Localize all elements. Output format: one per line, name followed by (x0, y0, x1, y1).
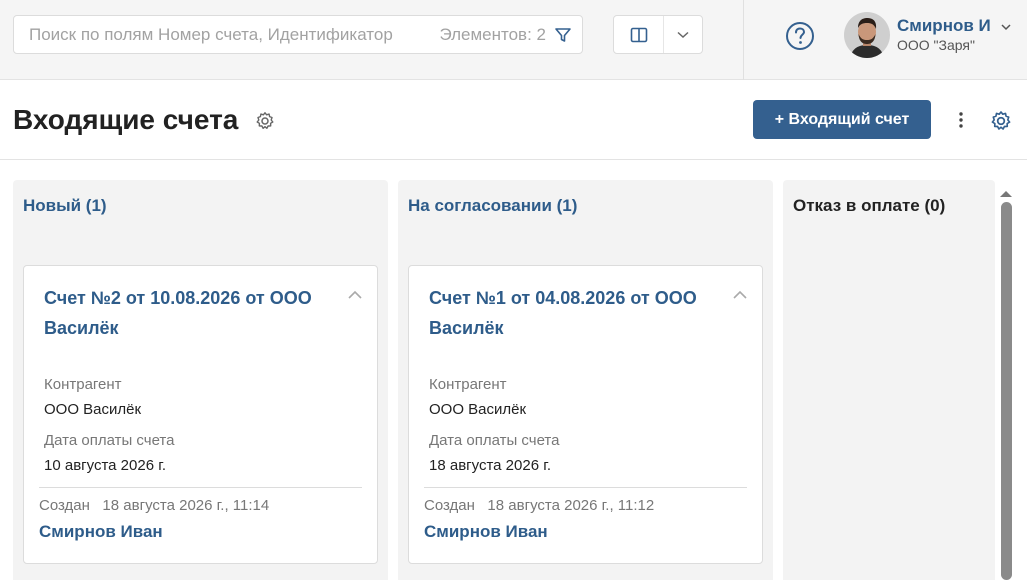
counterparty-value: ООО Василёк (429, 401, 527, 418)
pay-date-value: 18 августа 2026 г. (429, 457, 552, 474)
card-title[interactable]: Счет №2 от 10.08.2026 от ООО Василёк (44, 283, 334, 343)
chevron-down-icon[interactable] (664, 31, 702, 39)
kanban-column-rejected: Отказ в оплате (0) (783, 180, 995, 580)
card-divider (39, 487, 362, 488)
gear-icon[interactable] (990, 110, 1012, 132)
search-box[interactable]: Элементов: 2 (13, 15, 583, 54)
author-link[interactable]: Смирнов Иван (39, 522, 163, 542)
scrollbar-thumb[interactable] (1001, 202, 1012, 580)
invoice-card[interactable]: Счет №1 от 04.08.2026 от ООО Василёк Кон… (408, 265, 763, 564)
page-title: Входящие счета (13, 104, 239, 135)
avatar[interactable] (844, 12, 890, 58)
user-name[interactable]: Смирнов И (897, 16, 991, 36)
help-circle-icon[interactable] (785, 21, 815, 51)
kanban-column-new: Новый (1) Счет №2 от 10.08.2026 от ООО В… (13, 180, 388, 580)
search-input[interactable] (29, 24, 440, 45)
card-divider (424, 487, 747, 488)
pay-date-label: Дата оплаты счета (429, 432, 560, 449)
kanban-column-approval: На согласовании (1) Счет №1 от 04.08.202… (398, 180, 773, 580)
filter-icon[interactable] (552, 24, 574, 46)
chevron-up-icon[interactable] (346, 286, 364, 304)
user-organization: ООО "Заря" (897, 37, 975, 53)
pay-date-value: 10 августа 2026 г. (44, 457, 167, 474)
add-incoming-invoice-button[interactable]: + Входящий счет (753, 100, 931, 139)
counterparty-label: Контрагент (44, 376, 122, 393)
counterparty-label: Контрагент (429, 376, 507, 393)
view-selector[interactable] (613, 15, 703, 54)
header-divider (0, 159, 1027, 160)
scroll-up-arrow[interactable] (999, 186, 1013, 197)
gear-icon[interactable] (255, 111, 275, 131)
created-info: Создан 18 августа 2026 г., 11:12 (424, 497, 655, 514)
author-link[interactable]: Смирнов Иван (424, 522, 548, 542)
column-title[interactable]: Отказ в оплате (0) (793, 196, 945, 216)
top-bar: Элементов: 2 Смирнов И ООО "Заря" (0, 0, 1027, 80)
pay-date-label: Дата оплаты счета (44, 432, 175, 449)
card-title[interactable]: Счет №1 от 04.08.2026 от ООО Василёк (429, 283, 719, 343)
column-view-icon[interactable] (614, 16, 664, 53)
more-vertical-icon[interactable] (951, 110, 971, 130)
invoice-card[interactable]: Счет №2 от 10.08.2026 от ООО Василёк Кон… (23, 265, 378, 564)
created-info: Создан 18 августа 2026 г., 11:14 (39, 497, 270, 514)
column-title[interactable]: Новый (1) (23, 196, 107, 216)
chevron-up-icon[interactable] (731, 286, 749, 304)
chevron-down-icon[interactable] (1000, 20, 1012, 32)
column-title[interactable]: На согласовании (1) (408, 196, 577, 216)
divider (743, 0, 744, 80)
counterparty-value: ООО Василёк (44, 401, 142, 418)
items-count: Элементов: 2 (439, 24, 546, 44)
